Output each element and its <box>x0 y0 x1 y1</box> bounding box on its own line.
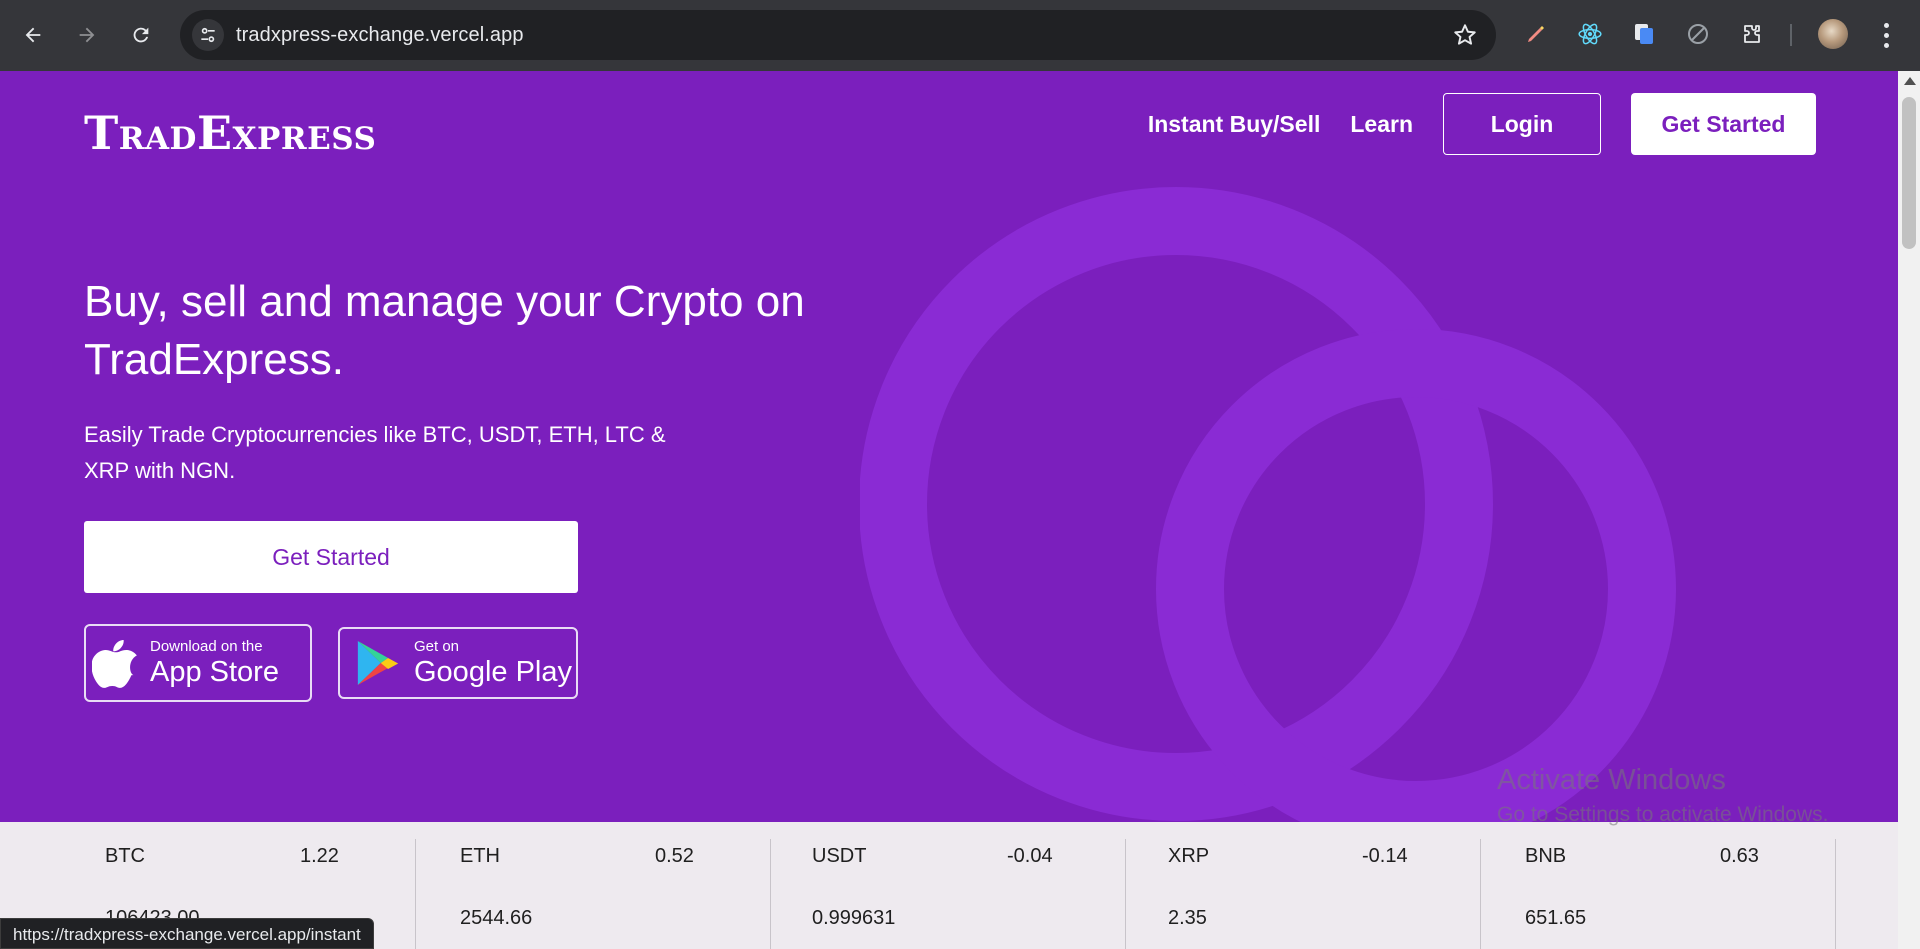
ticker-divider <box>1835 839 1836 949</box>
bookmark-star-icon[interactable] <box>1452 22 1478 48</box>
ticker-price: 2544.66 <box>460 907 533 929</box>
page-scrollbar[interactable] <box>1898 71 1920 949</box>
reload-icon <box>133 27 149 43</box>
ticker-symbol: BTC <box>105 845 145 867</box>
reload-button[interactable] <box>124 18 158 52</box>
google-play-caption: Get on <box>414 637 460 655</box>
react-devtools-icon[interactable] <box>1576 20 1604 48</box>
tune-icon <box>201 27 215 43</box>
app-store-caption: Download on the <box>150 637 263 655</box>
browser-toolbar: tradxpress-exchange.vercel.app <box>0 0 1920 71</box>
extensions-puzzle-icon[interactable] <box>1738 20 1766 48</box>
ticker-item: USDT -0.04 0.999631 <box>770 822 1125 949</box>
nav-instant-buy-sell[interactable]: Instant Buy/Sell <box>1148 111 1321 138</box>
browser-menu-icon[interactable] <box>1876 20 1896 50</box>
ticker-symbol: XRP <box>1168 845 1210 867</box>
hero-title: Buy, sell and manage your Crypto on Trad… <box>84 277 805 384</box>
pen-extension-icon[interactable] <box>1522 20 1550 48</box>
url-text[interactable]: tradxpress-exchange.vercel.app <box>236 24 524 47</box>
ticker-price: 651.65 <box>1525 907 1587 929</box>
ticker-item: BNB 0.63 651.65 <box>1480 822 1835 949</box>
ticker-change: 0.52 <box>655 845 694 867</box>
ticker-price: 0.999631 <box>812 907 896 929</box>
back-arrow-icon <box>25 27 41 43</box>
ticker-item: ETH 0.52 2544.66 <box>415 822 770 949</box>
ticker-price: 2.35 <box>1168 907 1207 929</box>
forward-button[interactable] <box>70 18 104 52</box>
hero-get-started-button[interactable]: Get Started <box>84 521 578 593</box>
google-play-label: Google Play <box>414 655 572 688</box>
ticker-change: 0.63 <box>1720 845 1759 867</box>
nav-learn[interactable]: Learn <box>1350 111 1413 138</box>
google-play-icon <box>357 641 399 685</box>
ticker-change: 1.22 <box>300 845 339 867</box>
top-navigation: Instant Buy/Sell Learn Login Get Started <box>1148 93 1816 155</box>
login-button[interactable]: Login <box>1443 93 1601 155</box>
google-play-button[interactable]: Get on Google Play <box>338 627 578 699</box>
back-button[interactable] <box>16 18 50 52</box>
scroll-thumb[interactable] <box>1902 97 1916 249</box>
address-bar[interactable]: tradxpress-exchange.vercel.app <box>180 10 1496 60</box>
profile-avatar[interactable] <box>1818 19 1848 49</box>
tradexpress-logo[interactable]: TRADEXPRESS <box>84 106 376 160</box>
app-store-label: App Store <box>150 655 279 688</box>
site-info-button[interactable] <box>192 19 224 51</box>
toolbar-divider <box>1790 24 1792 46</box>
ticker-symbol: USDT <box>812 845 867 867</box>
ticker-symbol: ETH <box>460 845 500 867</box>
hero-subtitle: Easily Trade Cryptocurrencies like BTC, … <box>84 422 666 483</box>
link-status-bar: https://tradxpress-exchange.vercel.app/i… <box>0 918 374 949</box>
ticker-item: XRP -0.14 2.35 <box>1125 822 1480 949</box>
ticker-change: -0.04 <box>1007 845 1053 867</box>
ticker-change: -0.14 <box>1362 845 1408 867</box>
header-get-started-button[interactable]: Get Started <box>1631 93 1816 155</box>
scroll-up-arrow-icon[interactable] <box>1904 77 1916 85</box>
app-store-button[interactable]: Download on the App Store <box>84 624 312 702</box>
landing-page: TRADEXPRESS Instant Buy/Sell Learn Login… <box>0 71 1898 949</box>
blocked-extension-icon[interactable] <box>1684 20 1712 48</box>
forward-arrow-icon <box>79 27 95 43</box>
copy-extension-icon[interactable] <box>1630 20 1658 48</box>
decorative-rings <box>860 187 1676 849</box>
ticker-symbol: BNB <box>1525 845 1567 867</box>
apple-icon <box>92 640 137 688</box>
